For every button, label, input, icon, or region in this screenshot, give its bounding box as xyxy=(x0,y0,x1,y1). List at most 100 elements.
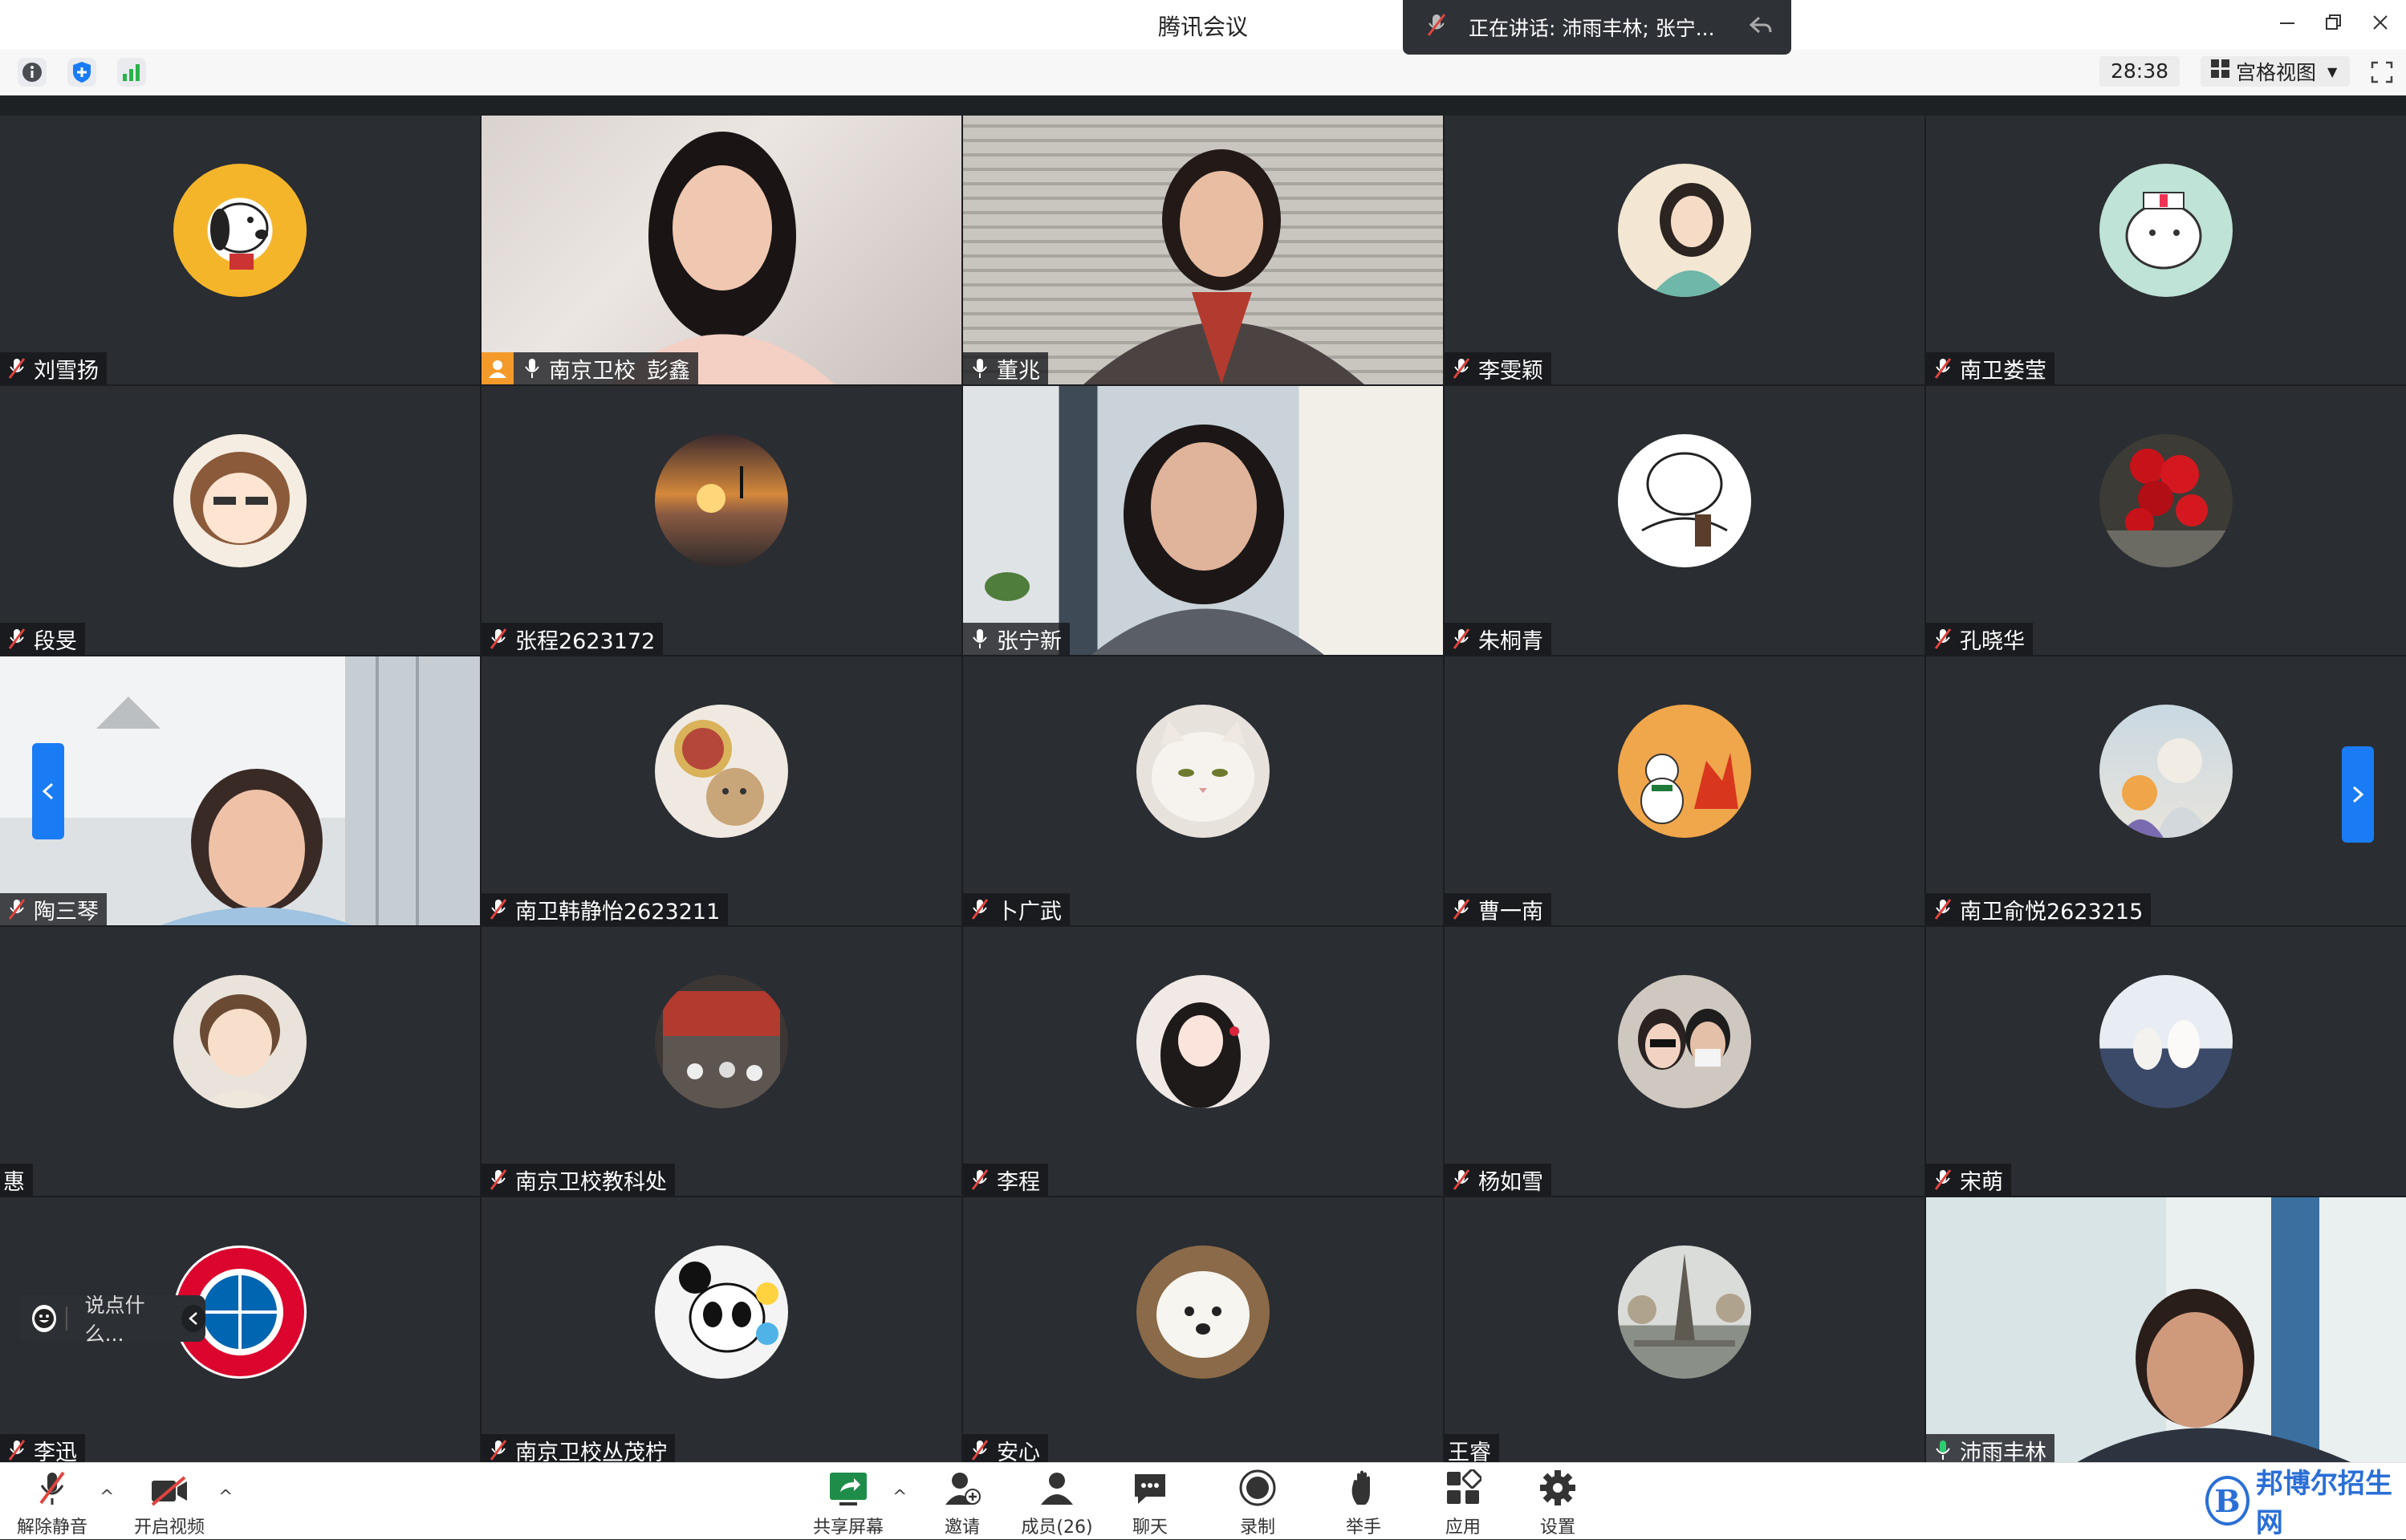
participant-video-tile[interactable]: 董兆 xyxy=(963,116,1443,384)
participant-video-tile[interactable]: 张宁新 xyxy=(963,386,1443,655)
previous-page-button[interactable] xyxy=(32,743,64,839)
mic-muted-icon xyxy=(5,896,29,922)
participant-nameplate: 李迅 xyxy=(0,1434,85,1466)
restore-button[interactable] xyxy=(2315,6,2353,42)
participant-tile[interactable]: 段旻 xyxy=(0,386,480,655)
participant-name: 张宁新 xyxy=(997,628,1062,654)
video-options-chevron-icon[interactable]: ^ xyxy=(218,1487,233,1507)
settings-button[interactable]: 设置 xyxy=(1514,1463,1602,1539)
participant-tile[interactable]: 南卫娄莹 xyxy=(1926,116,2406,384)
participant-tile[interactable]: 李雯颖 xyxy=(1445,116,1924,384)
close-button[interactable] xyxy=(2361,6,2400,42)
next-page-button[interactable] xyxy=(2342,746,2374,843)
participant-name: 杨如雪 xyxy=(1478,1169,1543,1195)
participant-nameplate: 段旻 xyxy=(0,623,85,655)
avatar xyxy=(2099,975,2233,1108)
mic-muted-icon xyxy=(1931,896,1955,922)
emoji-icon[interactable] xyxy=(32,1305,56,1332)
participant-grid: 刘雪扬 南京卫校 彭鑫 董兆 李雯颖 南卫娄莹 段旻 张程2623172 张宁新… xyxy=(0,116,2406,1466)
chat-quick-input[interactable]: 说点什么... xyxy=(19,1294,205,1346)
participant-video-tile[interactable]: 陶三琴 xyxy=(0,656,480,925)
participant-nameplate: 王睿 xyxy=(1445,1434,1499,1466)
participant-tile[interactable]: 南京卫校教科处 xyxy=(482,927,961,1196)
participant-tile[interactable]: 南卫俞悦2623215 xyxy=(1926,656,2406,925)
participant-nameplate: 陶三琴 xyxy=(0,893,107,925)
avatar xyxy=(173,975,307,1108)
avatar xyxy=(2099,164,2233,297)
avatar xyxy=(1618,1245,1751,1379)
avatar xyxy=(173,434,307,567)
record-button[interactable]: 录制 xyxy=(1213,1463,1302,1539)
participant-tile[interactable]: 南卫韩静怡2623211 xyxy=(482,656,961,925)
participant-name: 南京卫校教科处 xyxy=(515,1169,667,1195)
start-video-button[interactable]: 开启视频 xyxy=(125,1463,213,1539)
minimize-button[interactable] xyxy=(2268,6,2306,42)
participant-video-tile[interactable]: 南京卫校 彭鑫 xyxy=(482,116,961,384)
participant-nameplate: 孔晓华 xyxy=(1926,623,2033,655)
security-shield-icon[interactable] xyxy=(67,58,96,87)
collapse-chat-button[interactable] xyxy=(181,1305,205,1332)
app-title: 腾讯会议 xyxy=(1157,14,1248,40)
participant-video-tile[interactable]: 沛雨丰林 xyxy=(1926,1197,2406,1466)
participant-tile[interactable]: 孔晓华 xyxy=(1926,386,2406,655)
chat-button[interactable]: 聊天 xyxy=(1106,1463,1194,1539)
participant-tile[interactable]: 朱桐青 xyxy=(1445,386,1924,655)
apps-button[interactable]: 应用 xyxy=(1419,1463,1507,1539)
chevron-right-icon xyxy=(2352,786,2364,803)
mic-muted-icon xyxy=(1449,1167,1473,1193)
mic-muted-icon xyxy=(486,1437,510,1463)
fullscreen-button[interactable] xyxy=(2367,58,2396,87)
mic-muted-icon xyxy=(968,896,992,922)
audio-options-chevron-icon[interactable]: ^ xyxy=(100,1487,114,1507)
participant-tile[interactable]: 王睿 xyxy=(1445,1197,1924,1466)
divider xyxy=(65,1306,67,1331)
mic-speaking-icon xyxy=(1931,1437,1955,1463)
record-icon xyxy=(1239,1463,1276,1506)
participant-name: 安心 xyxy=(997,1440,1040,1465)
participant-tile[interactable]: 南京卫校丛茂柠 xyxy=(482,1197,961,1466)
unmute-button[interactable]: 解除静音 xyxy=(8,1463,96,1539)
info-icon[interactable] xyxy=(18,58,47,87)
participant-tile[interactable]: 李程 xyxy=(963,927,1443,1196)
host-badge-icon xyxy=(482,352,514,384)
video-feed xyxy=(610,132,835,384)
participant-nameplate: 南卫俞悦2623215 xyxy=(1926,893,2152,925)
participant-tile[interactable]: 惠 xyxy=(0,927,480,1196)
raise-hand-button[interactable]: 举手 xyxy=(1319,1463,1408,1539)
watermark-text: 邦博尔招生网 xyxy=(2255,1468,2392,1539)
share-screen-icon xyxy=(828,1463,868,1506)
video-feed xyxy=(2071,1197,2359,1466)
mic-muted-icon xyxy=(5,626,29,652)
participant-tile[interactable]: 安心 xyxy=(963,1197,1443,1466)
mic-on-icon xyxy=(968,356,992,381)
participant-nameplate: 南京卫校 彭鑫 xyxy=(482,352,698,384)
participant-nameplate: 宋萌 xyxy=(1926,1164,2011,1196)
participant-tile[interactable]: 卜广武 xyxy=(963,656,1443,925)
participant-tile[interactable]: 张程2623172 xyxy=(482,386,961,655)
network-signal-icon[interactable] xyxy=(117,58,146,87)
meeting-toolbar: 28:38 宫格视图 ▼ xyxy=(0,50,2406,95)
participant-tile[interactable]: 曹一南 xyxy=(1445,656,1924,925)
participant-nameplate: 张宁新 xyxy=(963,623,1070,655)
video-feed xyxy=(1083,149,1364,384)
view-mode-dropdown[interactable]: 宫格视图 ▼ xyxy=(2201,56,2350,87)
avatar xyxy=(655,975,788,1108)
participant-tile[interactable]: 杨如雪 xyxy=(1445,927,1924,1196)
speaking-indicator[interactable]: 正在讲话: 沛雨丰林; 张宁... xyxy=(1403,0,1791,55)
close-icon xyxy=(2373,15,2388,30)
participant-tile[interactable]: 刘雪扬 xyxy=(0,116,480,384)
add-user-icon xyxy=(944,1463,981,1506)
video-feed xyxy=(96,656,480,925)
share-options-chevron-icon[interactable]: ^ xyxy=(892,1487,907,1507)
participant-name: 王睿 xyxy=(1448,1440,1491,1465)
share-screen-button[interactable]: 共享屏幕 xyxy=(804,1463,892,1539)
view-mode-label: 宫格视图 xyxy=(2236,61,2317,84)
collapse-arrow-icon[interactable] xyxy=(1748,14,1772,41)
avatar xyxy=(655,434,788,567)
invite-button[interactable]: 邀请 xyxy=(918,1463,1006,1539)
members-button[interactable]: 成员(26) xyxy=(1013,1463,1101,1539)
minimize-icon xyxy=(2280,22,2294,24)
watermark-logo: B xyxy=(2205,1476,2250,1526)
participant-tile[interactable]: 宋萌 xyxy=(1926,927,2406,1196)
chevron-left-icon xyxy=(189,1312,197,1325)
